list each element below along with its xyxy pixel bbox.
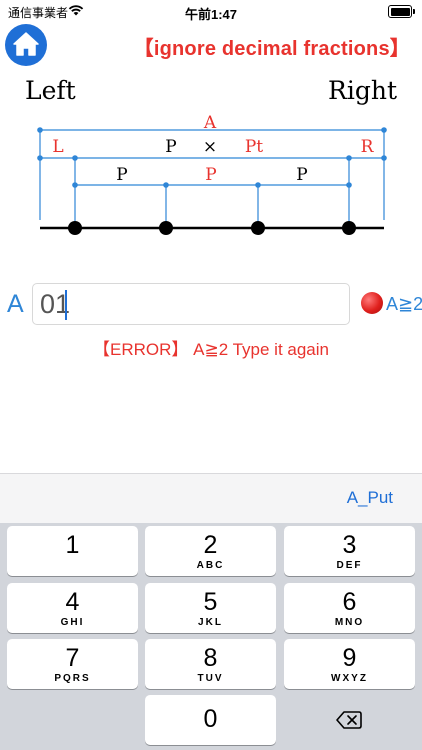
home-button[interactable] bbox=[5, 24, 47, 66]
status-bar: 通信事業者 午前1:47 bbox=[0, 0, 422, 24]
key-7[interactable]: 7 PQRS bbox=[7, 639, 138, 689]
backspace-icon bbox=[336, 711, 362, 729]
diagram-p-right-label: P bbox=[296, 165, 307, 185]
error-message: 【ERROR】 A≧2 Type it again bbox=[93, 340, 329, 359]
a-input[interactable] bbox=[32, 283, 350, 325]
left-label: Left bbox=[25, 76, 76, 105]
key-5[interactable]: 5 JKL bbox=[145, 583, 276, 633]
key-1[interactable]: 1 bbox=[7, 526, 138, 576]
status-time: 午前1:47 bbox=[184, 7, 238, 22]
home-icon bbox=[13, 32, 39, 56]
key-2[interactable]: 2 ABC bbox=[145, 526, 276, 576]
diagram-pt-label: Pt bbox=[245, 137, 263, 157]
right-label: Right bbox=[328, 76, 397, 105]
error-indicator-icon bbox=[361, 292, 383, 314]
diagram-a-label: A bbox=[203, 113, 217, 133]
delete-key[interactable] bbox=[284, 695, 415, 745]
key-3[interactable]: 3 DEF bbox=[284, 526, 415, 576]
key-9[interactable]: 9 WXYZ bbox=[284, 639, 415, 689]
diagram-r-label: R bbox=[361, 137, 375, 157]
a-field-label: A bbox=[7, 290, 24, 318]
battery-icon bbox=[388, 5, 415, 18]
a-put-button[interactable]: A_Put bbox=[347, 488, 393, 508]
key-8[interactable]: 8 TUV bbox=[145, 639, 276, 689]
key-0[interactable]: 0 bbox=[145, 695, 276, 745]
diagram-p-left-label: P bbox=[116, 165, 127, 185]
key-4[interactable]: 4 GHI bbox=[7, 583, 138, 633]
diagram-p-top-label: P bbox=[165, 137, 176, 157]
key-6[interactable]: 6 MNO bbox=[284, 583, 415, 633]
number-keypad: 1 2 ABC 3 DEF 4 GHI 5 JKL 6 MNO 7 PQRS 8… bbox=[0, 523, 422, 750]
text-caret bbox=[65, 290, 67, 320]
diagram-p-middle-label: P bbox=[205, 165, 216, 185]
decimal-notice: 【ignore decimal fractions】 bbox=[133, 38, 410, 60]
keyboard-toolbar: A_Put bbox=[0, 473, 422, 524]
condition-label: A≧2 bbox=[386, 294, 422, 314]
pitch-diagram: A L P × Pt R P P P bbox=[37, 113, 387, 235]
diagram-times-label: × bbox=[203, 137, 217, 157]
diagram-l-label: L bbox=[52, 137, 63, 157]
